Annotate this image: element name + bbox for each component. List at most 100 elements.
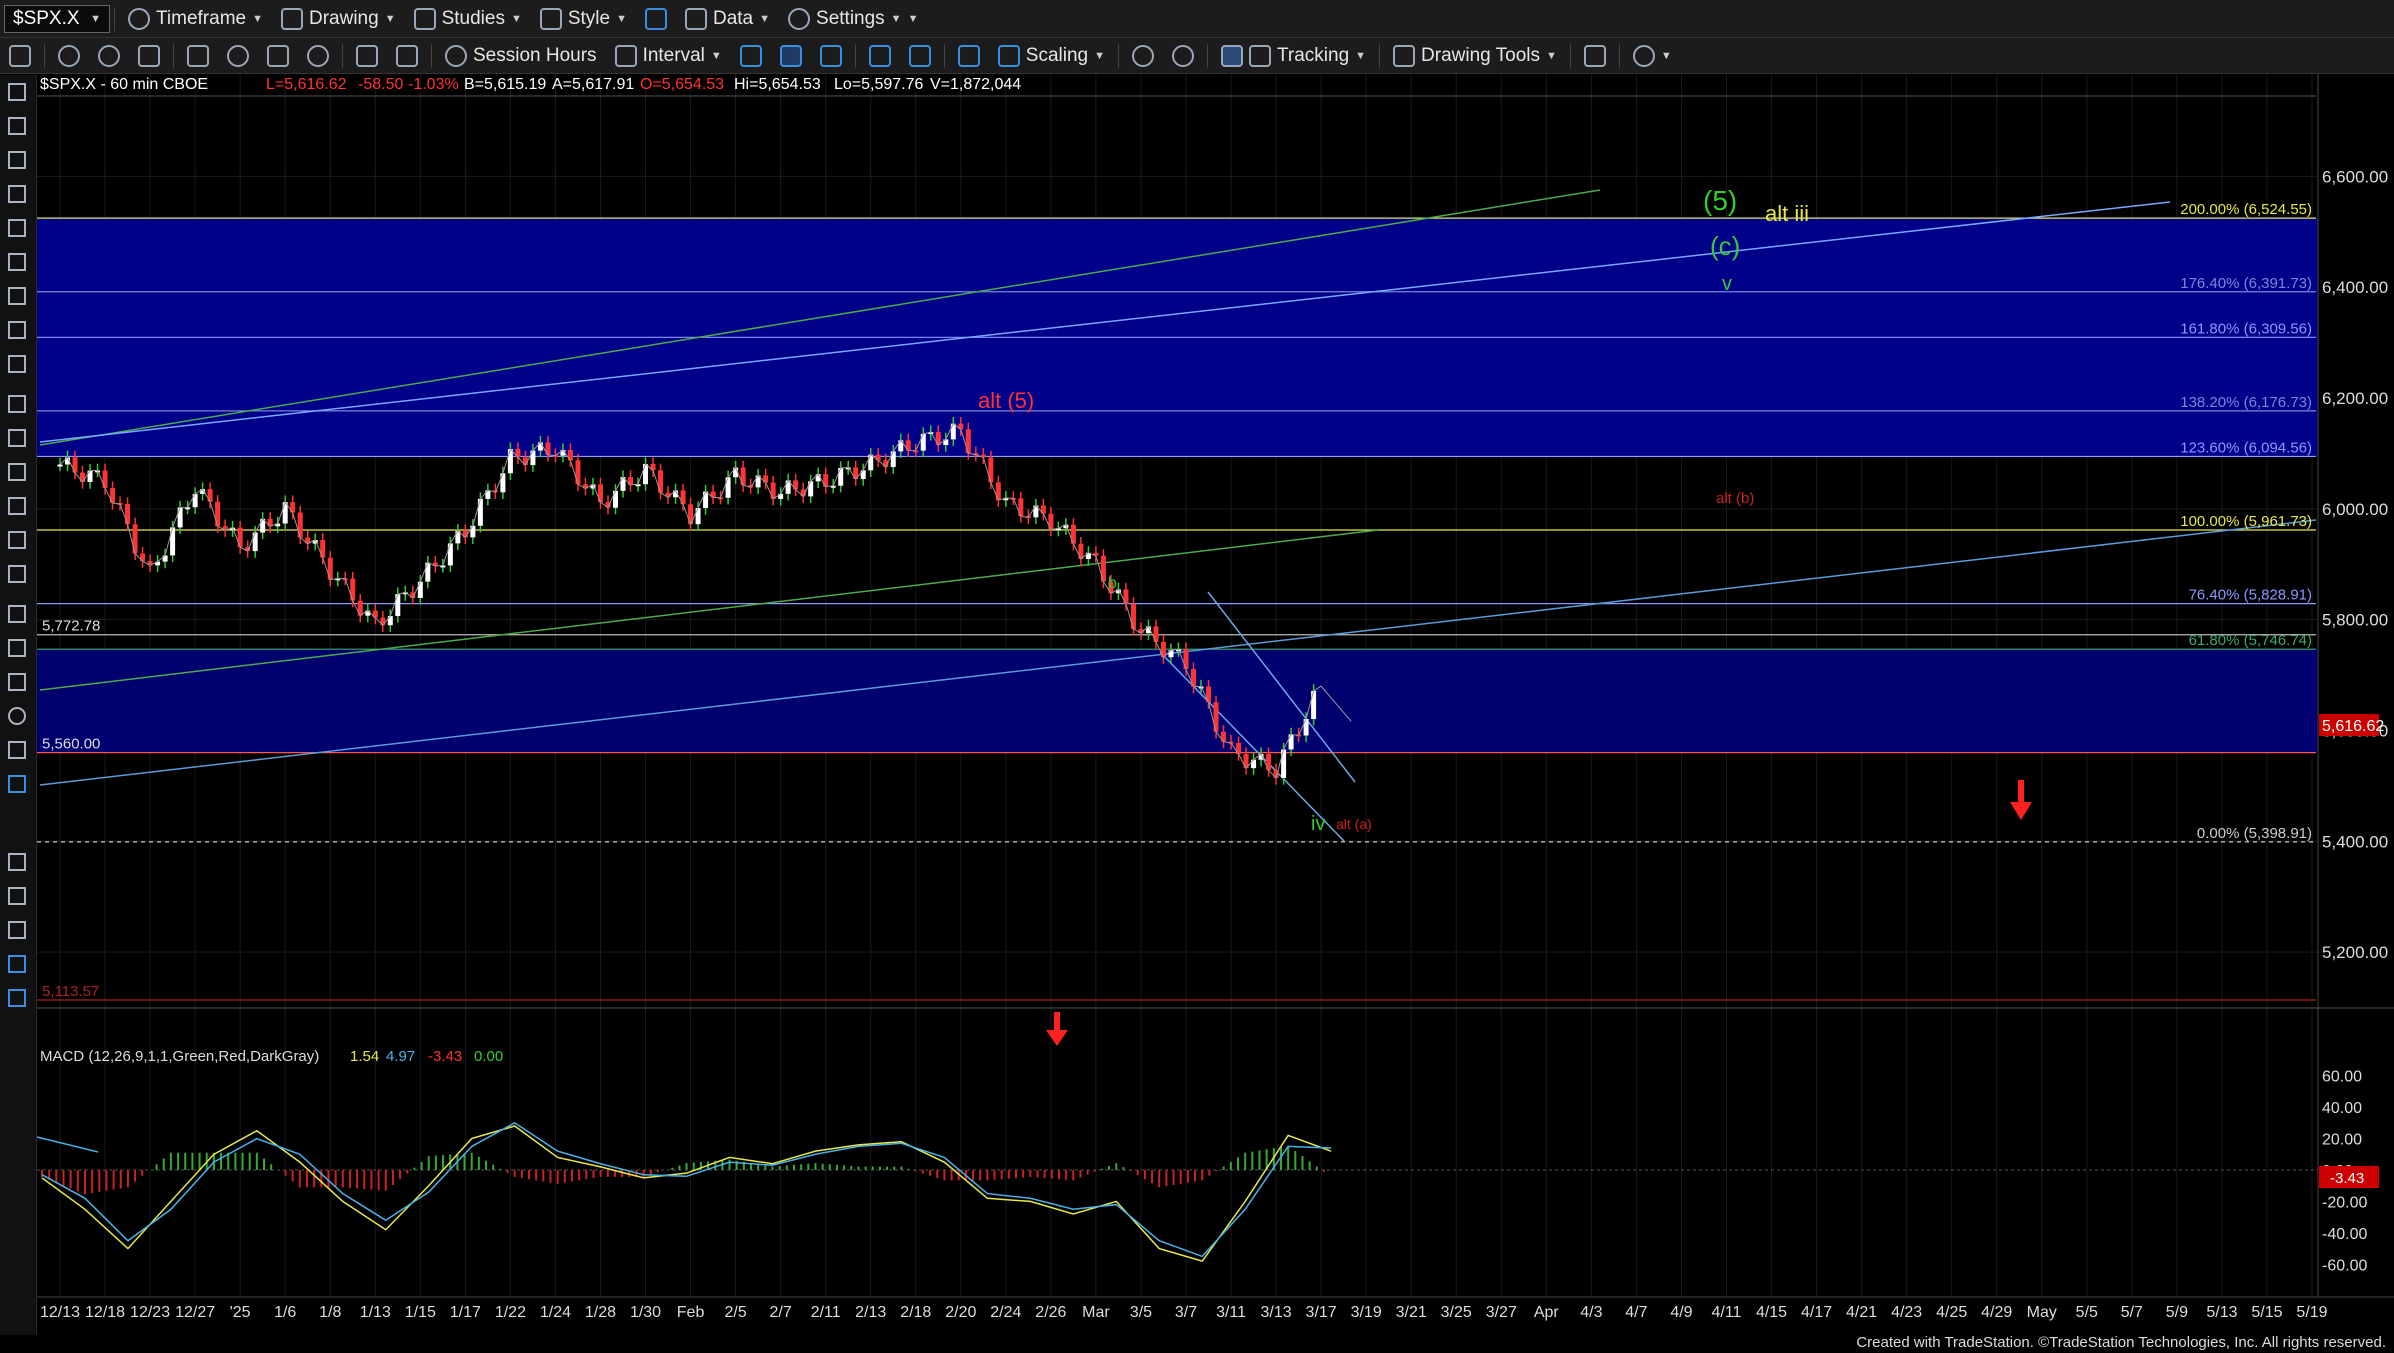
candle-body bbox=[327, 557, 333, 580]
time-axis-tick: 4/15 bbox=[1756, 1304, 1787, 1321]
wave-label-iv: iv bbox=[1311, 813, 1325, 835]
candle-body bbox=[357, 600, 363, 616]
candle-body bbox=[995, 482, 1001, 501]
candle-body bbox=[890, 451, 896, 468]
time-axis-tick: 4/7 bbox=[1625, 1304, 1647, 1321]
fib-band-lower bbox=[37, 649, 2318, 753]
candle-body bbox=[425, 562, 431, 582]
candle-body bbox=[1206, 686, 1212, 703]
candle-body bbox=[740, 467, 746, 486]
candle-body bbox=[1048, 513, 1054, 530]
candle-body bbox=[920, 433, 926, 451]
price-change-pct: -1.03% bbox=[408, 76, 459, 93]
chart-canvas[interactable]: 200.00% (6,524.55) 176.40% (6,391.73) 161.… bbox=[0, 0, 2394, 1353]
time-axis-tick: 3/11 bbox=[1216, 1304, 1246, 1321]
candle-body bbox=[950, 423, 956, 440]
candle-body bbox=[192, 493, 198, 508]
time-axis-tick: 5/15 bbox=[2251, 1304, 2282, 1321]
macd-axis-tick: 60.00 bbox=[2322, 1069, 2362, 1086]
candle-body bbox=[215, 501, 221, 527]
candle-body bbox=[252, 532, 258, 552]
macd-axis-tick: 20.00 bbox=[2322, 1132, 2362, 1149]
candle-body bbox=[935, 432, 941, 446]
candle-body bbox=[1303, 719, 1309, 736]
candle-body bbox=[177, 507, 183, 528]
candle-body bbox=[297, 512, 303, 538]
wave-label-alt-iii: alt iii bbox=[1765, 201, 1809, 226]
candle-body bbox=[1183, 649, 1189, 670]
high-price: Hi=5,654.53 bbox=[734, 76, 821, 93]
candle-body bbox=[567, 449, 573, 461]
time-axis-tick: 3/17 bbox=[1306, 1304, 1337, 1321]
time-axis-tick: May bbox=[2027, 1304, 2057, 1321]
wave-label-5: (5) bbox=[1703, 185, 1737, 216]
candle-body bbox=[612, 490, 618, 508]
time-axis-tick: 12/23 bbox=[130, 1304, 170, 1321]
time-axis-tick: Mar bbox=[1082, 1304, 1110, 1321]
macd-title: MACD (12,26,9,1,1,Green,Red,DarkGray) bbox=[40, 1048, 319, 1065]
symbol-interval: $SPX.X - 60 min CBOE bbox=[40, 76, 208, 93]
candle-body bbox=[1213, 702, 1219, 732]
time-axis-tick: 1/6 bbox=[274, 1304, 296, 1321]
candle-body bbox=[868, 454, 874, 471]
candle-body bbox=[320, 539, 326, 558]
candle-body bbox=[447, 543, 453, 566]
level-label: 5,560.00 bbox=[42, 736, 100, 753]
time-axis-tick: 5/7 bbox=[2121, 1304, 2143, 1321]
time-axis-tick: 3/5 bbox=[1130, 1304, 1152, 1321]
candle-body bbox=[905, 440, 911, 451]
candle-body bbox=[965, 429, 971, 454]
chart-header: $SPX.X - 60 min CBOE L=5,616.62 -58.50 -… bbox=[40, 76, 1021, 93]
fib-level-label: 100.00% (5,961.73) bbox=[2180, 513, 2312, 530]
time-axis-tick: 2/20 bbox=[945, 1304, 976, 1321]
wave-label-alt-b: alt (b) bbox=[1716, 490, 1754, 507]
last-price-axis-label: 5,616.62 bbox=[2322, 718, 2384, 735]
candle-body bbox=[57, 464, 63, 467]
macd-axis-tick: -60.00 bbox=[2322, 1257, 2367, 1274]
price-axis-tick: 6,400.00 bbox=[2322, 278, 2388, 297]
candle-body bbox=[1100, 555, 1106, 582]
candle-body bbox=[597, 484, 603, 503]
time-axis-tick: 3/13 bbox=[1261, 1304, 1292, 1321]
price-axis-tick: 5,800.00 bbox=[2322, 611, 2388, 630]
fib-level-label: 176.40% (6,391.73) bbox=[2180, 275, 2312, 292]
candle-body bbox=[725, 477, 731, 498]
time-axis-tick: 2/18 bbox=[900, 1304, 931, 1321]
low-price: Lo=5,597.76 bbox=[834, 76, 924, 93]
time-axis-tick: 2/7 bbox=[770, 1304, 792, 1321]
candle-body bbox=[1236, 743, 1242, 755]
open-price: O=5,654.53 bbox=[640, 76, 724, 93]
fib-level-label: 138.20% (6,176.73) bbox=[2180, 394, 2312, 411]
time-axis-tick: 4/23 bbox=[1891, 1304, 1922, 1321]
candle-body bbox=[1288, 734, 1294, 750]
candle-body bbox=[102, 470, 108, 489]
time-axis-tick: 4/25 bbox=[1936, 1304, 1967, 1321]
candle-body bbox=[643, 463, 649, 485]
volume: V=1,872,044 bbox=[930, 76, 1021, 93]
candle-body bbox=[658, 470, 664, 493]
time-axis-tick: 3/25 bbox=[1441, 1304, 1472, 1321]
time-axis-tick: 3/19 bbox=[1351, 1304, 1382, 1321]
candle-body bbox=[1070, 524, 1076, 544]
time-axis-tick: 12/18 bbox=[85, 1304, 125, 1321]
candle-body bbox=[680, 490, 686, 505]
candle-body bbox=[1191, 669, 1197, 687]
time-axis-tick: 12/13 bbox=[40, 1304, 80, 1321]
candle-body bbox=[545, 442, 551, 455]
time-axis-tick: Apr bbox=[1534, 1304, 1560, 1321]
time-axis-tick: 1/13 bbox=[360, 1304, 391, 1321]
candle-body bbox=[125, 503, 131, 525]
time-axis-tick: 1/30 bbox=[630, 1304, 661, 1321]
time-axis-tick: 4/9 bbox=[1670, 1304, 1692, 1321]
candle-body bbox=[395, 594, 401, 617]
candle-body bbox=[695, 508, 701, 525]
time-axis-tick: 3/7 bbox=[1175, 1304, 1197, 1321]
macd-current-label: -3.43 bbox=[2330, 1170, 2364, 1187]
candle-body bbox=[507, 449, 513, 474]
fib-level-label: 61.80% (5,746.74) bbox=[2189, 632, 2312, 649]
time-axis-tick: 3/21 bbox=[1396, 1304, 1427, 1321]
wave-label-b: b bbox=[1108, 575, 1117, 592]
wave-label-alt-5: alt (5) bbox=[978, 388, 1034, 413]
wave-label-alt-a: alt (a) bbox=[1336, 816, 1372, 832]
macd-zero-value: 0.00 bbox=[474, 1048, 503, 1065]
